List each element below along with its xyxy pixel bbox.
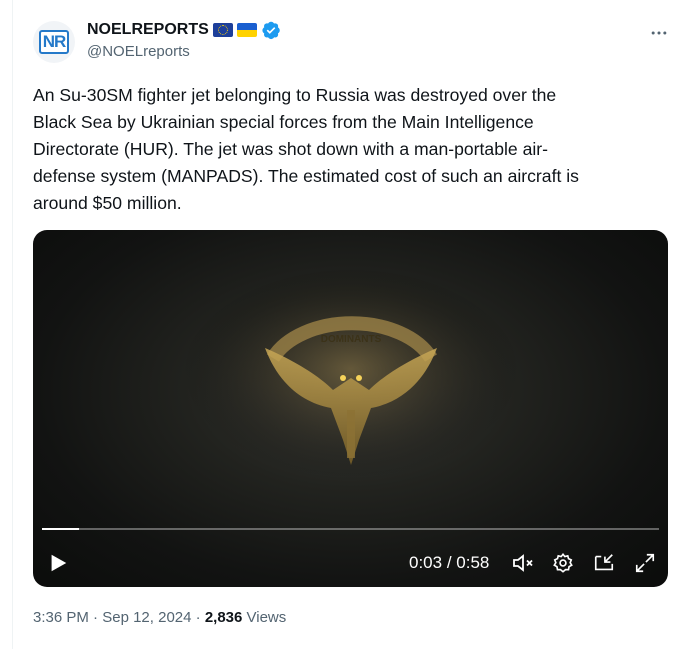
tweet-header: NR NOELREPORTS @NOELreports (33, 19, 673, 67)
tweet-date[interactable]: Sep 12, 2024 (102, 609, 191, 626)
time-separator: / (442, 553, 457, 572)
picture-in-picture-button[interactable] (589, 548, 619, 578)
tweet-meta: 3:36 PM · Sep 12, 2024 · 2,836 Views (33, 606, 286, 630)
video-progress-fill (42, 528, 80, 530)
muted-speaker-icon (513, 554, 533, 572)
video-time: 0:03 / 0:58 (409, 552, 489, 574)
author-display-name[interactable]: NOELREPORTS (87, 19, 209, 41)
fullscreen-icon (635, 553, 655, 573)
duration: 0:58 (456, 553, 490, 572)
fullscreen-button[interactable] (630, 548, 660, 578)
picture-in-picture-icon (594, 554, 614, 571)
tweet-text: An Su-30SM fighter jet belonging to Russ… (33, 85, 579, 213)
more-options-button[interactable] (645, 21, 673, 45)
avatar-logo-text: NR (38, 30, 70, 54)
author-handle[interactable]: @NOELreports (87, 41, 281, 63)
ukraine-flag-icon (236, 23, 257, 37)
eu-flag-icon (212, 23, 233, 37)
video-frame-emblem: DOMINANTS (181, 270, 521, 490)
video-controls: 0:03 / 0:58 (33, 544, 668, 584)
emblem-text: DOMINANTS (321, 334, 382, 345)
gear-icon (553, 552, 573, 573)
verified-badge-icon[interactable] (261, 20, 281, 40)
avatar[interactable]: NR (33, 21, 75, 63)
more-icon (651, 31, 667, 35)
video-player[interactable]: DOMINANTS 0:03 / 0:58 (33, 230, 668, 587)
tweet-card: NR NOELREPORTS @NOELreports An Su-30SM f… (12, 0, 687, 649)
video-progress-bar[interactable] (42, 528, 659, 530)
play-button[interactable] (43, 548, 73, 578)
author-names: NOELREPORTS @NOELreports (87, 19, 281, 63)
meta-dot: · (191, 609, 205, 626)
current-time: 0:03 (409, 553, 443, 572)
meta-dot: · (88, 609, 103, 626)
views-count[interactable]: 2,836 (205, 609, 243, 626)
views-label: Views (242, 609, 287, 626)
unmute-button[interactable] (508, 548, 538, 578)
tweet-time[interactable]: 3:36 PM (33, 609, 89, 626)
author-display-name-row[interactable]: NOELREPORTS (87, 19, 281, 41)
settings-button[interactable] (548, 548, 578, 578)
play-icon (51, 554, 67, 572)
